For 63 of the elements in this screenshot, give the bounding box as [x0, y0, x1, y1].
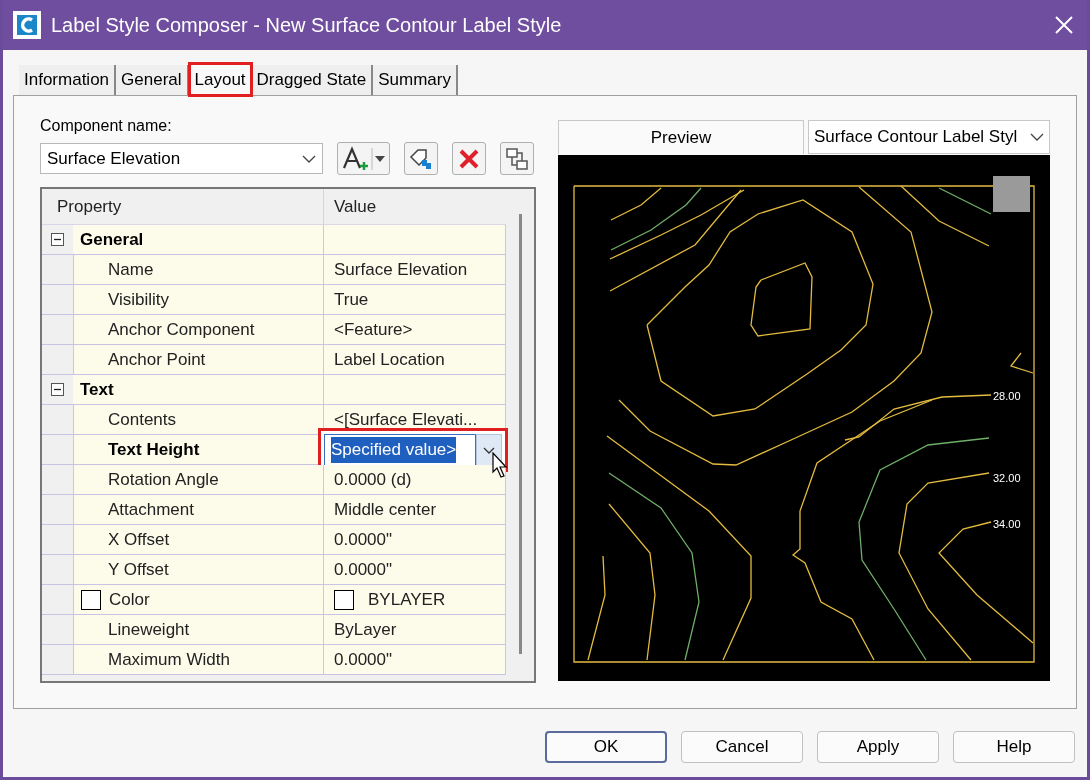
- group-header: Text: [73, 375, 324, 404]
- property-label: Rotation Angle: [73, 465, 324, 494]
- component-dropdown[interactable]: Surface Elevation: [40, 143, 323, 174]
- property-label: Name: [73, 255, 324, 284]
- property-value: 0.0000": [324, 525, 506, 554]
- property-value: 0.0000": [324, 645, 506, 674]
- property-label: Contents: [73, 405, 324, 434]
- collapse-icon[interactable]: [51, 383, 64, 396]
- marker-icon: [993, 176, 1030, 212]
- delete-component-button[interactable]: [452, 142, 486, 175]
- collapse-icon[interactable]: [51, 233, 64, 246]
- tab[interactable]: Information: [19, 65, 117, 95]
- property-value: Surface Elevation: [324, 255, 506, 284]
- stacked-frames-icon: [505, 146, 529, 171]
- column-header: Property: [42, 189, 324, 224]
- chevron-down-icon: [1030, 133, 1044, 141]
- property-value: Middle center: [324, 495, 506, 524]
- property-label: X Offset: [73, 525, 324, 554]
- text-plus-icon: [341, 145, 386, 172]
- app-icon: [13, 11, 41, 39]
- group-header: General: [73, 225, 324, 254]
- dialog-button[interactable]: Cancel: [681, 731, 803, 763]
- property-label: Attachment: [73, 495, 324, 524]
- chevron-down-icon: [302, 154, 316, 163]
- tab[interactable]: Summary: [373, 65, 458, 95]
- dialog-button[interactable]: Apply: [817, 731, 939, 763]
- property-value: <Feature>: [324, 315, 506, 344]
- copy-component-button[interactable]: [404, 142, 438, 175]
- property-value: Label Location: [324, 345, 506, 374]
- property-label: Visibility: [73, 285, 324, 314]
- tab[interactable]: Dragged State: [251, 65, 374, 95]
- style-dropdown[interactable]: Surface Contour Label Styl: [808, 120, 1050, 154]
- property-value: 0.0000": [324, 555, 506, 584]
- tab[interactable]: Layout: [188, 63, 252, 96]
- chevron-down-icon: [483, 446, 495, 454]
- close-icon[interactable]: [1055, 16, 1073, 34]
- scrollbar-thumb[interactable]: [518, 214, 522, 654]
- dialog-button[interactable]: OK: [545, 731, 667, 763]
- window-title: Label Style Composer - New Surface Contour Label Style: [51, 13, 562, 38]
- property-value: 0.0000 (d): [324, 465, 506, 494]
- contour-label: 28.00: [993, 390, 1021, 402]
- column-header: Value: [333, 195, 378, 218]
- draw-order-button[interactable]: [500, 142, 534, 175]
- contour-label: 32.00: [993, 472, 1021, 484]
- add-text-button[interactable]: [337, 142, 390, 175]
- preview-tab[interactable]: Preview: [558, 120, 804, 154]
- property-label: Anchor Component: [73, 315, 324, 344]
- property-value: BYLAYER: [368, 588, 446, 611]
- component-name-label: Component name:: [40, 116, 173, 136]
- tab[interactable]: General: [116, 65, 189, 95]
- delete-icon: [459, 148, 479, 169]
- property-label: Maximum Width: [73, 645, 324, 674]
- dialog-button[interactable]: Help: [953, 731, 1075, 763]
- color-swatch: [334, 589, 354, 610]
- property-label: Lineweight: [73, 615, 324, 644]
- property-label: Color: [109, 588, 150, 611]
- property-value: ByLayer: [324, 615, 506, 644]
- property-label: Y Offset: [73, 555, 324, 584]
- contour-label: 34.00: [993, 518, 1021, 530]
- property-value: True: [324, 285, 506, 314]
- tag-copy-icon: [409, 147, 433, 170]
- property-label: Anchor Point: [73, 345, 324, 374]
- color-swatch: [81, 589, 101, 610]
